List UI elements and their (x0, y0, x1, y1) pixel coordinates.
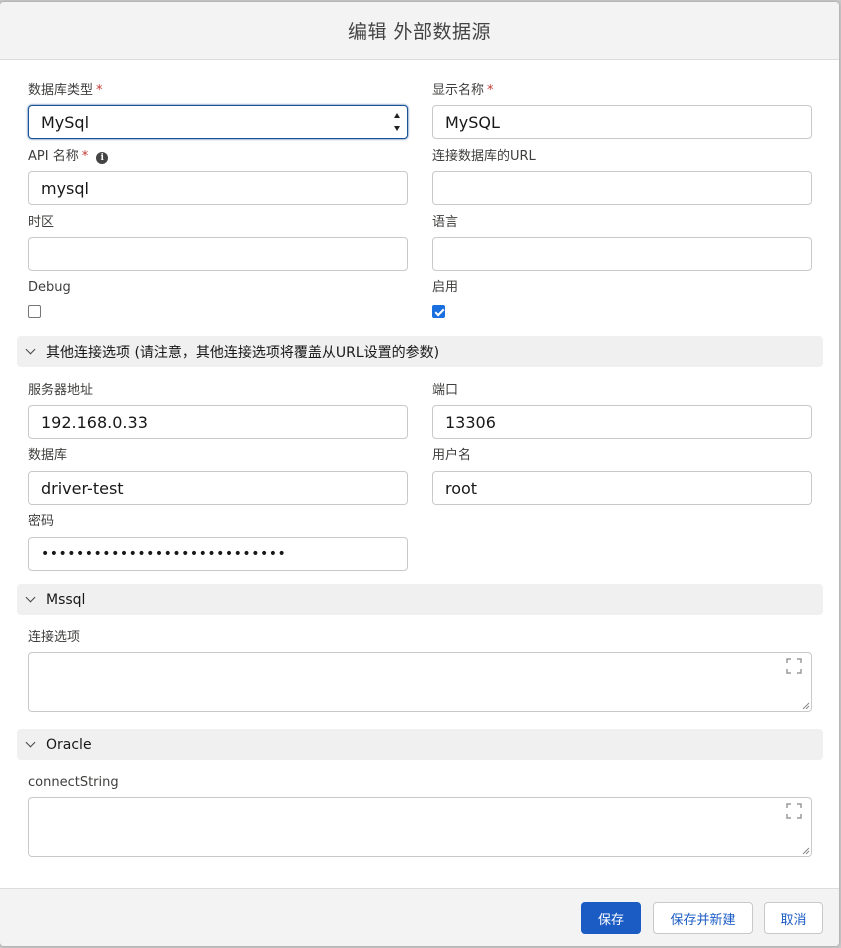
edit-datasource-modal: 编辑 外部数据源 数据库类型 * MySql 显示名称 * MySQL API 名称… (0, 2, 839, 946)
select-arrows-icon (393, 113, 401, 131)
debug-checkbox[interactable] (28, 305, 41, 318)
db-type-label: 数据库类型 * (28, 83, 103, 99)
chevron-down-icon (25, 737, 36, 748)
server-label: 服务器地址 (28, 383, 94, 398)
port-input[interactable]: 13306 (432, 405, 812, 439)
chevron-down-icon (25, 344, 36, 355)
db-type-label-text: 数据库类型 (28, 83, 94, 98)
display-name-input[interactable]: MySQL (432, 105, 812, 139)
cancel-button[interactable]: 取消 (764, 902, 823, 934)
api-name-label-text: API 名称 (28, 149, 79, 164)
expand-icon[interactable] (786, 658, 802, 674)
section-mssql-title: Mssql (46, 591, 86, 608)
debug-label: Debug (28, 280, 71, 295)
required-asterisk: * (96, 83, 103, 98)
api-name-input[interactable]: mysql (28, 171, 408, 205)
modal-title: 编辑 外部数据源 (347, 21, 492, 43)
timezone-label: 时区 (28, 215, 55, 230)
enabled-label: 启用 (432, 280, 459, 295)
password-input[interactable]: •••••••••••••••••••••••••••• (28, 537, 408, 571)
database-input[interactable]: driver-test (28, 471, 408, 505)
save-button[interactable]: 保存 (581, 902, 641, 934)
connect-string-label: connectString (28, 775, 119, 790)
section-oracle-title: Oracle (46, 736, 92, 753)
modal-body[interactable]: 数据库类型 * MySql 显示名称 * MySQL API 名称 * i mysql … (0, 60, 839, 888)
connect-string-textarea[interactable] (28, 797, 812, 857)
save-and-new-button[interactable]: 保存并新建 (653, 902, 753, 934)
modal-footer: 保存 保存并新建 取消 (0, 888, 839, 946)
modal-header: 编辑 外部数据源 (0, 2, 839, 60)
database-label: 数据库 (28, 448, 68, 463)
api-name-value: mysql (41, 178, 89, 198)
server-value: 192.168.0.33 (41, 412, 148, 432)
chevron-down-icon (25, 592, 36, 603)
info-icon[interactable]: i (96, 152, 109, 164)
section-other-options[interactable]: 其他连接选项 (请注意，其他连接选项将覆盖从URL设置的参数) (17, 336, 823, 367)
language-input[interactable] (432, 237, 812, 271)
display-name-value: MySQL (445, 112, 500, 132)
expand-icon[interactable] (786, 803, 802, 819)
timezone-input[interactable] (28, 237, 408, 271)
required-asterisk: * (81, 149, 89, 164)
mssql-options-label: 连接选项 (28, 630, 81, 645)
db-type-select-value: MySql (41, 112, 90, 132)
api-name-label: API 名称 * i (28, 149, 109, 165)
resize-grip-icon[interactable] (802, 702, 810, 710)
password-value: •••••••••••••••••••••••••••• (41, 546, 287, 562)
database-value: driver-test (41, 478, 124, 498)
server-input[interactable]: 192.168.0.33 (28, 405, 408, 439)
db-type-select[interactable]: MySql (28, 105, 408, 139)
section-other-title: 其他连接选项 (请注意，其他连接选项将覆盖从URL设置的参数) (46, 344, 440, 361)
resize-grip-icon[interactable] (802, 847, 810, 855)
port-value: 13306 (445, 412, 496, 432)
required-asterisk: * (487, 83, 494, 98)
display-name-label: 显示名称 * (432, 83, 494, 99)
display-name-label-text: 显示名称 (432, 83, 485, 98)
username-value: root (445, 478, 478, 498)
username-label: 用户名 (432, 448, 472, 463)
url-input[interactable] (432, 171, 812, 205)
url-label: 连接数据库的URL (432, 149, 536, 164)
username-input[interactable]: root (432, 471, 812, 505)
section-oracle[interactable]: Oracle (17, 729, 823, 760)
mssql-options-textarea[interactable] (28, 652, 812, 712)
enabled-checkbox[interactable] (432, 305, 445, 318)
port-label: 端口 (432, 383, 459, 398)
section-mssql[interactable]: Mssql (17, 584, 823, 615)
language-label: 语言 (432, 215, 459, 230)
password-label: 密码 (28, 514, 55, 529)
